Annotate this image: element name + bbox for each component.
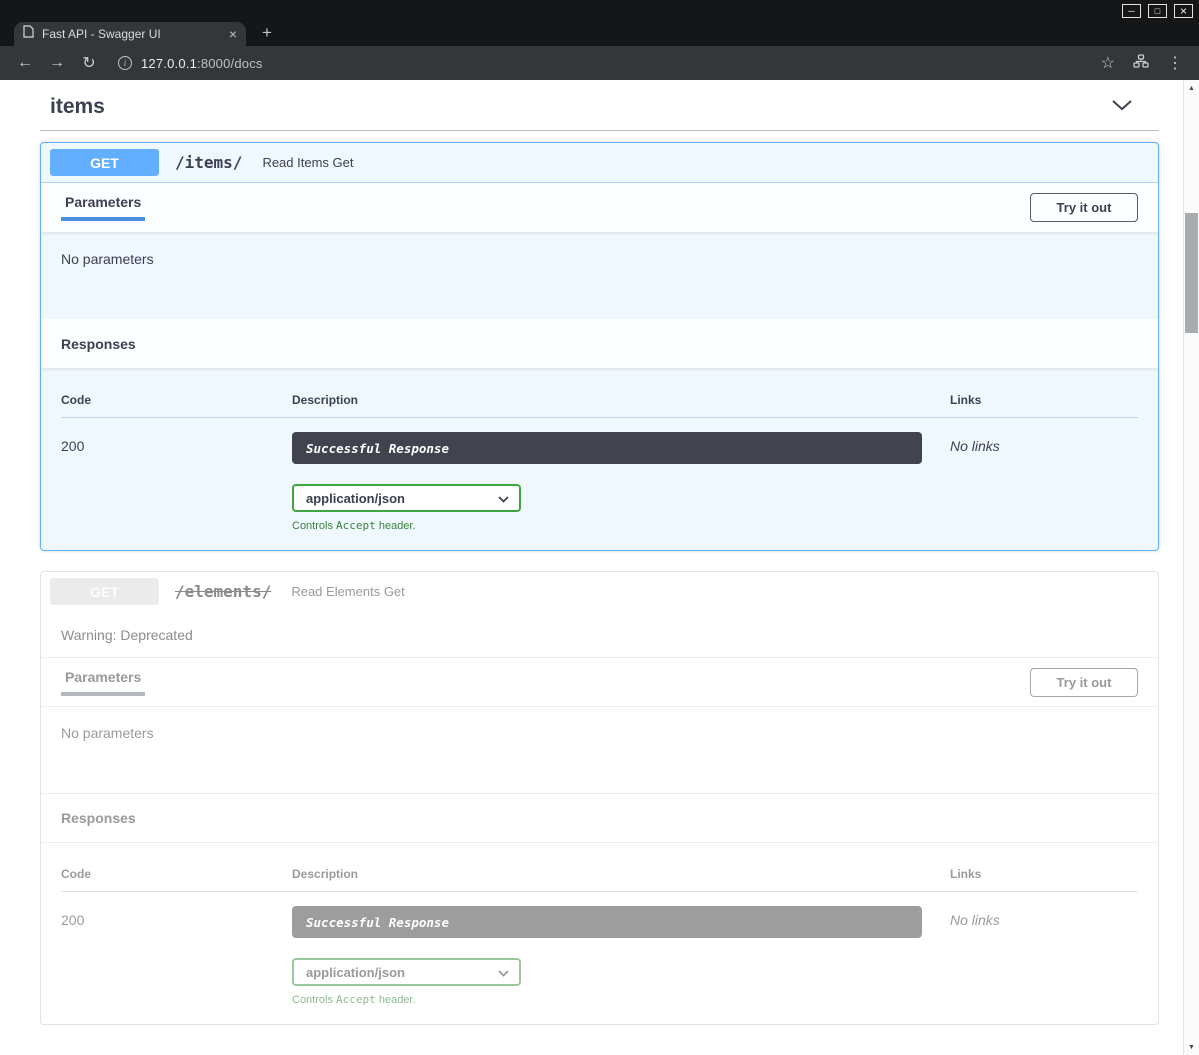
tag-section-title: items (50, 94, 105, 120)
column-description: Description (292, 393, 950, 407)
response-description: Successful Response (292, 906, 922, 938)
response-code: 200 (61, 432, 292, 532)
column-description: Description (292, 867, 950, 881)
scroll-up-icon[interactable]: ▲ (1184, 80, 1199, 96)
parameters-header: Parameters Try it out (41, 183, 1158, 233)
response-description-cell: Successful Response application/json Con… (292, 432, 950, 532)
controls-accept-note: Controls Accept header. (292, 993, 950, 1006)
response-links: No links (950, 906, 1138, 1006)
controls-accept-note: Controls Accept header. (292, 519, 950, 532)
tag-section-header[interactable]: items (40, 90, 1159, 131)
note-prefix: Controls (292, 994, 336, 1006)
minimize-icon: ─ (1128, 7, 1134, 16)
scroll-down-icon[interactable]: ▼ (1184, 1039, 1199, 1055)
opblock-get-items: GET /items/ Read Items Get Parameters Tr… (40, 142, 1159, 551)
media-type-value: application/json (306, 491, 405, 506)
responses-table-header: Code Description Links (61, 393, 1138, 418)
parameters-body: No parameters (41, 707, 1158, 793)
window-maximize-button[interactable]: □ (1148, 4, 1167, 18)
responses-header: Responses (41, 319, 1158, 369)
vertical-scrollbar[interactable]: ▲ ▼ (1183, 80, 1199, 1055)
media-type-select[interactable]: application/json (292, 958, 521, 986)
url-host: 127.0.0.1 (141, 56, 197, 71)
response-description-cell: Successful Response application/json Con… (292, 906, 950, 1006)
method-badge: GET (50, 149, 159, 176)
tab-close-icon[interactable]: × (229, 26, 237, 42)
browser-navbar: ← → ↻ i 127.0.0.1:8000/docs ☆ ⋮ (0, 46, 1199, 80)
parameters-body: No parameters (41, 233, 1158, 319)
window-close-button[interactable]: × (1174, 4, 1193, 18)
window-minimize-button[interactable]: ─ (1122, 4, 1141, 18)
new-tab-button[interactable]: + (262, 23, 272, 46)
scrollbar-thumb[interactable] (1185, 213, 1198, 333)
operation-path: /items/ (175, 153, 242, 172)
column-links: Links (950, 393, 1138, 407)
tab-title: Fast API - Swagger UI (42, 27, 221, 41)
response-links: No links (950, 432, 1138, 532)
parameters-header: Parameters Try it out (41, 657, 1158, 707)
response-row: 200 Successful Response application/json… (61, 432, 1138, 532)
forward-icon[interactable]: → (44, 54, 70, 72)
note-prefix: Controls (292, 520, 336, 532)
url-path: :8000/docs (197, 56, 263, 71)
response-description: Successful Response (292, 432, 922, 464)
select-chevron-icon (498, 965, 509, 980)
chevron-down-icon[interactable] (1111, 98, 1133, 116)
deprecated-warning: Warning: Deprecated (41, 611, 1158, 657)
close-icon: × (1180, 5, 1187, 17)
responses-table-header: Code Description Links (61, 867, 1138, 892)
try-it-out-button[interactable]: Try it out (1030, 668, 1138, 697)
media-type-select[interactable]: application/json (292, 484, 521, 512)
browser-tabbar: Fast API - Swagger UI × + (0, 22, 1199, 46)
operation-path: /elements/ (175, 582, 271, 601)
responses-body: Code Description Links 200 Successful Re… (41, 843, 1158, 1024)
page-icon (23, 25, 34, 43)
note-code: Accept (336, 519, 376, 532)
column-code: Code (61, 393, 292, 407)
response-row: 200 Successful Response application/json… (61, 906, 1138, 1006)
try-it-out-button[interactable]: Try it out (1030, 193, 1138, 222)
swagger-content: items GET /items/ Read Items Get Paramet… (40, 80, 1159, 1025)
note-suffix: header. (376, 994, 416, 1006)
responses-header: Responses (41, 793, 1158, 843)
maximize-icon: □ (1155, 7, 1160, 16)
media-router-icon[interactable] (1133, 54, 1149, 73)
opblock-summary[interactable]: GET /elements/ Read Elements Get (41, 572, 1158, 611)
address-bar[interactable]: i 127.0.0.1:8000/docs (118, 56, 1101, 71)
opblock-get-elements-deprecated: GET /elements/ Read Elements Get Warning… (40, 571, 1159, 1025)
column-links: Links (950, 867, 1138, 881)
site-info-icon[interactable]: i (118, 56, 132, 70)
no-parameters-text: No parameters (61, 251, 154, 267)
media-type-value: application/json (306, 965, 405, 980)
window-titlebar: ─ □ × (0, 0, 1199, 22)
select-chevron-icon (498, 491, 509, 506)
response-code: 200 (61, 906, 292, 1006)
note-code: Accept (336, 993, 376, 1006)
column-code: Code (61, 867, 292, 881)
back-icon[interactable]: ← (12, 54, 38, 72)
opblock-summary[interactable]: GET /items/ Read Items Get (41, 143, 1158, 183)
bookmark-star-icon[interactable]: ☆ (1101, 53, 1115, 73)
operation-summary: Read Elements Get (291, 584, 404, 599)
reload-icon[interactable]: ↻ (76, 53, 102, 73)
page-viewport: items GET /items/ Read Items Get Paramet… (0, 80, 1199, 1055)
note-suffix: header. (376, 520, 416, 532)
operation-summary: Read Items Get (262, 155, 353, 170)
responses-title: Responses (61, 336, 136, 352)
url-text[interactable]: 127.0.0.1:8000/docs (141, 56, 263, 71)
navbar-actions: ☆ ⋮ (1101, 53, 1187, 73)
no-parameters-text: No parameters (61, 725, 154, 741)
responses-title: Responses (61, 810, 136, 826)
browser-menu-icon[interactable]: ⋮ (1167, 53, 1183, 73)
responses-body: Code Description Links 200 Successful Re… (41, 369, 1158, 550)
browser-tab[interactable]: Fast API - Swagger UI × (14, 22, 246, 46)
method-badge: GET (50, 578, 159, 605)
tab-parameters[interactable]: Parameters (61, 194, 145, 221)
tab-parameters[interactable]: Parameters (61, 669, 145, 696)
